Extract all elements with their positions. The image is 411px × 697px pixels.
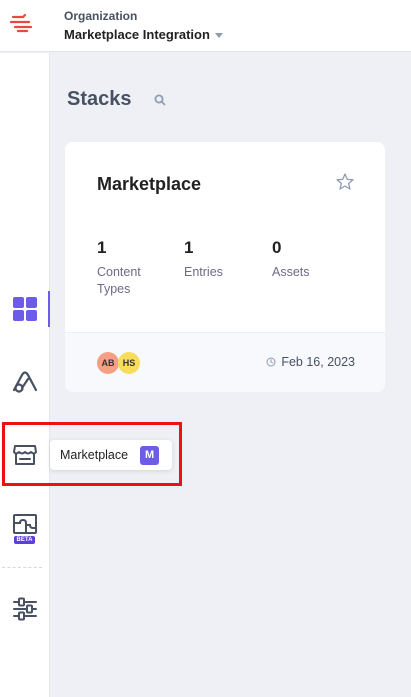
automate-icon: [12, 371, 37, 393]
card-footer: AB HS Feb 16, 2023: [65, 332, 385, 392]
page-title: Stacks: [67, 88, 132, 110]
grid-icon: [12, 297, 37, 321]
search-icon[interactable]: [153, 93, 167, 107]
beta-badge: BETA: [13, 535, 36, 544]
stack-name: Marketplace: [97, 174, 202, 194]
puzzle-icon: [12, 513, 37, 534]
top-bar: Organization Marketplace Integration: [0, 0, 411, 52]
sidebar-item-automations[interactable]: [0, 360, 49, 404]
contentstack-logo-icon[interactable]: [9, 11, 33, 35]
stat-assets: 0 Assets: [272, 238, 310, 281]
stat-label: Assets: [272, 265, 310, 279]
avatar: HS: [118, 352, 140, 374]
stat-entries: 1 Entries: [184, 238, 223, 281]
highlight-box: [2, 422, 182, 486]
sidebar-divider: [2, 567, 42, 568]
avatar: AB: [97, 352, 119, 374]
org-name: Marketplace Integration: [64, 27, 210, 42]
date-text: Feb 16, 2023: [281, 355, 355, 369]
stat-label: Content Types: [97, 265, 141, 296]
clock-icon: [266, 357, 276, 367]
stat-value: 1: [184, 238, 194, 257]
sliders-icon: [12, 597, 37, 621]
last-modified: Feb 16, 2023: [266, 355, 355, 369]
stat-content-types: 1 Content Types: [97, 238, 157, 298]
main-content: Stacks Marketplace 1 Content Types 1 Ent…: [50, 53, 411, 697]
stat-value: 0: [272, 238, 282, 257]
star-icon[interactable]: [335, 172, 355, 192]
stat-label: Entries: [184, 265, 223, 279]
stat-value: 1: [97, 238, 107, 257]
sidebar-item-dashboard[interactable]: [0, 287, 50, 331]
stack-card[interactable]: Marketplace 1 Content Types 1 Entries 0 …: [65, 142, 385, 392]
org-label: Organization: [64, 9, 138, 23]
sidebar-item-apps-beta[interactable]: BETA: [0, 506, 49, 550]
org-switcher[interactable]: Marketplace Integration: [64, 27, 223, 42]
sidebar: BETA: [0, 53, 50, 697]
sidebar-item-settings[interactable]: [0, 587, 49, 631]
chevron-down-icon: [214, 33, 223, 38]
